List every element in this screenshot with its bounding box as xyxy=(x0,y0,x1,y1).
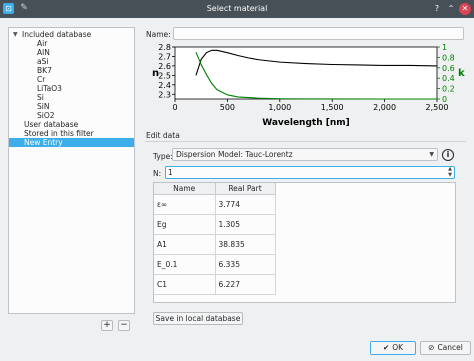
dispersion-plot: 0 500 1,000 1,500 2,000 2,500 2.3 2.4 2.5 2.6 2.7… xyxy=(146,43,467,128)
plot-svg: 0 500 1,000 1,500 2,000 2,500 2.32.42.52.62.7… xyxy=(152,43,465,128)
cancel-icon: ⊘ xyxy=(428,343,435,352)
type-dropdown[interactable]: Dispersion Model: Tauc-Lorentz ▼ xyxy=(172,148,438,161)
tree-item-label: SiO2 xyxy=(37,111,55,120)
table-header-row: Name Real Part xyxy=(154,183,276,195)
x-axis-label: Wavelength [nm] xyxy=(262,118,350,128)
tree-item-label: Stored in this filter xyxy=(24,129,94,138)
info-icon[interactable]: i xyxy=(442,149,454,161)
y-tick-label-right: 0.6 xyxy=(442,64,455,73)
param-value-cell[interactable]: 38.835 xyxy=(215,234,276,255)
y-tick-label-left: 2.4 xyxy=(158,81,171,90)
table-row[interactable]: E_0.1 6.335 xyxy=(154,254,276,275)
y-tick-label-left: 2.8 xyxy=(158,43,171,52)
tree-item-label: New Entry xyxy=(24,138,63,147)
parameter-table[interactable]: Name Real Part ε∞ 3.774 Eg 1.305 A1 38.8… xyxy=(153,182,456,303)
y-axis-label-right: k xyxy=(458,68,465,79)
y-tick-label-left: 2.3 xyxy=(158,90,171,99)
x-tick-label: 2,000 xyxy=(373,103,396,112)
cancel-button-label: Cancel xyxy=(437,343,463,352)
help-icon[interactable]: ? xyxy=(431,3,443,15)
tree-item-material[interactable]: AlN xyxy=(9,48,134,57)
tree-item-label: Cr xyxy=(37,75,46,84)
name-input[interactable] xyxy=(173,27,464,40)
column-header-real-part[interactable]: Real Part xyxy=(215,183,276,195)
x-tick-label: 1,000 xyxy=(268,103,291,112)
param-value-cell[interactable]: 6.227 xyxy=(215,274,276,295)
table-row[interactable]: Eg 1.305 xyxy=(154,214,276,235)
tree-item-included-database[interactable]: ▼ Included database xyxy=(9,30,134,39)
table-row[interactable]: A1 38.835 xyxy=(154,234,276,255)
param-name-cell: A1 xyxy=(154,234,216,255)
tree-item-material[interactable]: Cr xyxy=(9,75,134,84)
cancel-button[interactable]: ⊘ Cancel xyxy=(420,341,471,355)
name-label: Name: xyxy=(146,30,171,39)
table-row[interactable]: C1 6.227 xyxy=(154,274,276,295)
tree-item-label: Si xyxy=(37,93,44,102)
tree-item-material[interactable]: BK7 xyxy=(9,66,134,75)
plot-frame xyxy=(174,46,438,100)
tree-item-label: aSi xyxy=(37,57,49,66)
column-header-name[interactable]: Name xyxy=(154,183,216,195)
table-row[interactable]: ε∞ 3.774 xyxy=(154,194,276,215)
chevron-down-icon: ▼ xyxy=(429,151,434,158)
tree-item-material[interactable]: SiN xyxy=(9,102,134,111)
n-value: 1 xyxy=(168,168,173,177)
x-tick-label: 2,500 xyxy=(426,103,449,112)
n-spinbox[interactable]: 1 ▲ ▼ xyxy=(165,166,455,179)
tree-item-label: User database xyxy=(24,120,79,129)
checkmark-icon: ✔ xyxy=(382,343,390,352)
ok-button-label: OK xyxy=(392,343,404,352)
y-tick-label-right: 0.4 xyxy=(442,74,455,83)
param-name-cell: Eg xyxy=(154,214,216,235)
save-local-database-button[interactable]: Save in local database xyxy=(153,312,243,325)
remove-button[interactable]: − xyxy=(118,320,130,331)
material-tree[interactable]: ▼ Included database Air AlN aSi BK7 Cr L… xyxy=(8,27,135,314)
tree-item-material[interactable]: Si xyxy=(9,93,134,102)
n-label: N: xyxy=(153,169,162,178)
add-button[interactable]: + xyxy=(101,320,113,331)
type-dropdown-value: Dispersion Model: Tauc-Lorentz xyxy=(176,150,293,159)
tree-item-material[interactable]: SiO2 xyxy=(9,111,134,120)
y-tick-label-right: 0.8 xyxy=(442,53,455,62)
tree-item-material[interactable]: LiTaO3 xyxy=(9,84,134,93)
param-value-cell[interactable]: 1.305 xyxy=(215,214,276,235)
tree-item-label: BK7 xyxy=(37,66,52,75)
tree-item-label: LiTaO3 xyxy=(37,84,62,93)
tree-item-user-database[interactable]: User database xyxy=(9,120,134,129)
param-value-cell[interactable]: 6.335 xyxy=(215,254,276,275)
edit-data-label: Edit data xyxy=(146,131,180,140)
y-axis-label-left: n xyxy=(152,68,159,79)
tree-item-label: Included database xyxy=(22,30,92,39)
x-tick-label: 0 xyxy=(172,103,177,112)
tree-item-material[interactable]: aSi xyxy=(9,57,134,66)
y-tick-label-right: 0 xyxy=(442,95,447,104)
spin-arrows-icon[interactable]: ▲ ▼ xyxy=(448,166,452,178)
tree-item-new-entry[interactable]: New Entry xyxy=(9,138,134,147)
maximize-icon[interactable]: ⌃ xyxy=(445,3,457,15)
tree-item-label: Air xyxy=(37,39,48,48)
y-tick-label-left: 2.6 xyxy=(158,62,171,71)
type-label: Type: xyxy=(153,152,173,161)
tree-item-label: SiN xyxy=(37,102,50,111)
title-bar: ⊡ ✎ Select material ? ⌃ ✕ xyxy=(0,0,474,18)
y-tick-label-right: 1 xyxy=(442,43,447,52)
close-icon[interactable]: ✕ xyxy=(459,3,471,15)
tree-item-stored-filter[interactable]: Stored in this filter xyxy=(9,129,134,138)
tree-item-material[interactable]: Air xyxy=(9,39,134,48)
param-name-cell: C1 xyxy=(154,274,216,295)
tree-item-label: AlN xyxy=(37,48,50,57)
window-title: Select material xyxy=(206,4,268,13)
param-value-cell[interactable]: 3.774 xyxy=(215,194,276,215)
param-name-cell: ε∞ xyxy=(154,194,216,215)
y-tick-label-right: 0.2 xyxy=(442,85,455,94)
x-tick-label: 500 xyxy=(220,103,235,112)
x-tick-label: 1,500 xyxy=(321,103,344,112)
y-tick-label-left: 2.5 xyxy=(158,71,171,80)
y-tick-label-left: 2.7 xyxy=(158,52,171,61)
param-name-cell: E_0.1 xyxy=(154,254,216,275)
collapse-arrow-icon[interactable]: ▼ xyxy=(13,30,18,39)
ok-button[interactable]: ✔ OK xyxy=(370,341,416,355)
